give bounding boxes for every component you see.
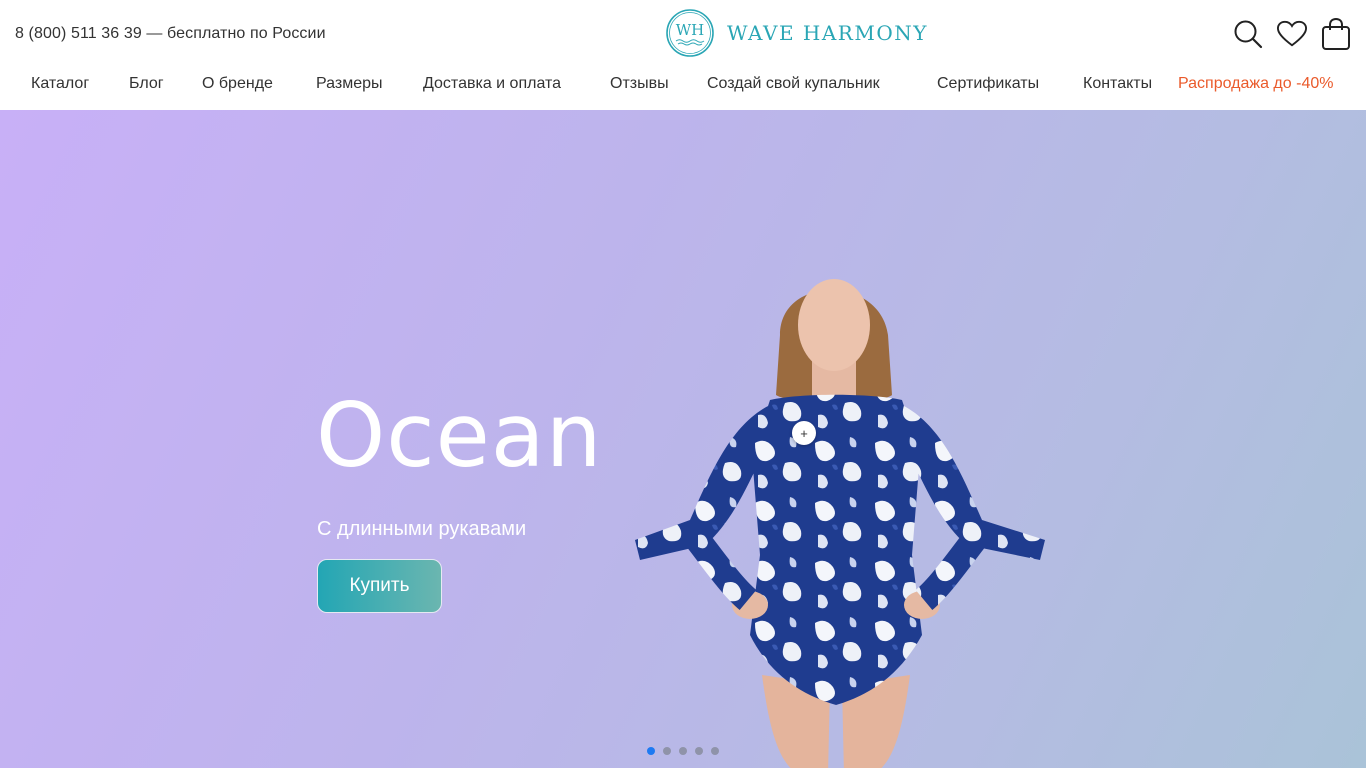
slider-dot-2[interactable] <box>663 747 671 755</box>
slider-dot-3[interactable] <box>679 747 687 755</box>
phone-number[interactable]: 8 (800) 511 36 39 — бесплатно по России <box>15 25 326 43</box>
slider-dot-4[interactable] <box>695 747 703 755</box>
nav-item-sale[interactable]: Распродажа до -40% <box>1178 75 1333 93</box>
logo-mark: WH <box>665 8 715 58</box>
nav-item-catalog[interactable]: Каталог <box>31 75 89 93</box>
nav-item-blog[interactable]: Блог <box>129 75 164 93</box>
nav-item-sizes[interactable]: Размеры <box>316 75 383 93</box>
logo-text: WAVE HARMONY <box>727 21 928 45</box>
site-header: 8 (800) 511 36 39 — бесплатно по России … <box>0 0 1366 110</box>
bag-icon[interactable] <box>1321 16 1351 52</box>
main-nav: Каталог Блог О бренде Размеры Доставка и… <box>0 68 1366 102</box>
slider-dots <box>647 747 719 755</box>
slider-dot-5[interactable] <box>711 747 719 755</box>
search-icon[interactable] <box>1233 16 1263 52</box>
heart-icon[interactable] <box>1277 16 1307 52</box>
nav-item-delivery[interactable]: Доставка и оплата <box>423 75 561 93</box>
logo[interactable]: WH WAVE HARMONY <box>665 8 928 58</box>
buy-button[interactable]: Купить <box>317 559 442 613</box>
header-actions <box>1233 16 1351 52</box>
slider-dot-1[interactable] <box>647 747 655 755</box>
nav-item-reviews[interactable]: Отзывы <box>610 75 669 93</box>
svg-text:WH: WH <box>676 21 705 39</box>
hero-slider: Ocean С длинными рукавами Купить + <box>0 110 1366 768</box>
model-photo <box>635 279 1045 768</box>
nav-item-about[interactable]: О бренде <box>202 75 273 93</box>
product-hotspot[interactable]: + <box>792 421 816 445</box>
hero-title: Ocean <box>316 384 603 487</box>
hero-subtitle: С длинными рукавами <box>317 518 527 540</box>
nav-item-custom-swimsuit[interactable]: Создай свой купальник <box>707 75 880 93</box>
nav-item-certificates[interactable]: Сертификаты <box>937 75 1039 93</box>
nav-item-contacts[interactable]: Контакты <box>1083 75 1152 93</box>
